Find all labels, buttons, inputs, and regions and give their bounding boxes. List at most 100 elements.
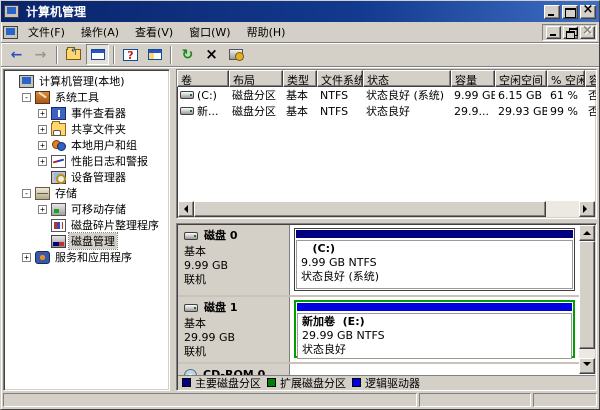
volume-list-header: 卷 布局 类型 文件系统 状态 容量 空闲空间 % 空闲 容错 [177,70,596,87]
removable-storage-icon [51,203,66,216]
vertical-scrollbar[interactable] [579,225,595,374]
delete-button[interactable]: × [200,44,223,65]
tree-item-performance-logs[interactable]: + 性能日志和警报 [6,153,169,169]
expand-box[interactable]: + [38,109,47,118]
toolbar-separator [113,46,115,64]
column-header-freespace[interactable]: 空闲空间 [495,70,547,87]
scroll-up-button[interactable] [579,225,595,241]
tree-item-storage[interactable]: - 存储 [6,185,169,201]
detail-panes: 卷 布局 类型 文件系统 状态 容量 空闲空间 % 空闲 容错 (C:) 磁盘分… [176,69,597,391]
console-tree: 计算机管理(本地) - 系统工具 + 事件查看器 + 共享文件夹 + 本地用户和… [3,69,170,391]
column-header-type[interactable]: 类型 [283,70,317,87]
scroll-right-button[interactable] [579,201,595,217]
menu-window[interactable]: 窗口(W) [181,22,238,42]
legend-logical-drive: 逻辑驱动器 [352,375,420,391]
volume-row-e[interactable]: 新... 磁盘分区 基本 NTFS 状态良好 29.9... 29.93 GB … [177,103,596,119]
forward-button[interactable]: → [29,44,52,65]
extended-partition-color-swatch [267,378,276,387]
disk-0-label[interactable]: 磁盘 0 基本 9.99 GB 联机 [178,225,290,295]
disk-1-volume-area: 新加卷 (E:) 29.99 GB NTFS 状态良好 [290,297,579,362]
mdi-restore-button[interactable] [563,26,578,39]
primary-partition-color-swatch [182,378,191,387]
minimize-button[interactable] [544,5,560,19]
close-button[interactable] [580,5,596,19]
disk-icon [184,232,198,240]
tree-item-shared-folders[interactable]: + 共享文件夹 [6,121,169,137]
shared-folders-icon [51,123,66,136]
help-button[interactable] [119,44,142,65]
column-header-filesystem[interactable]: 文件系统 [317,70,363,87]
tree-item-local-users-groups[interactable]: + 本地用户和组 [6,137,169,153]
tree-item-services-applications[interactable]: + 服务和应用程序 [6,249,169,265]
expand-box[interactable]: + [22,253,31,262]
tree-item-removable-storage[interactable]: + 可移动存储 [6,201,169,217]
menu-view[interactable]: 查看(V) [127,22,181,42]
scrollbar-thumb[interactable] [579,241,595,349]
show-hide-tree-button[interactable] [86,44,109,65]
column-header-capacity[interactable]: 容量 [451,70,495,87]
legend-primary-partition: 主要磁盘分区 [182,375,261,391]
computer-management-window: 计算机管理 文件(F) 操作(A) 查看(V) 窗口(W) 帮助(H) ← → … [0,0,600,410]
volume-c-block[interactable]: (C:) 9.99 GB NTFS 状态良好 (系统) [294,228,575,291]
volume-e-block[interactable]: 新加卷 (E:) 29.99 GB NTFS 状态良好 [294,300,575,358]
column-header-volume[interactable]: 卷 [177,70,229,87]
volume-icon [180,107,194,115]
up-level-button[interactable] [62,44,85,65]
expand-box[interactable]: + [38,125,47,134]
column-header-status[interactable]: 状态 [363,70,451,87]
disk-management-icon [51,235,66,248]
primary-partition-strip [296,230,573,238]
cdrom-0-label[interactable]: CD-ROM 0 [178,364,290,375]
column-header-fault-tolerance[interactable]: 容错 [585,70,597,87]
status-panel [419,393,531,407]
menu-help[interactable]: 帮助(H) [239,22,294,42]
partition-legend: 主要磁盘分区 扩展磁盘分区 逻辑驱动器 [178,375,595,389]
window-title: 计算机管理 [26,3,542,20]
scrollbar-thumb[interactable] [194,201,546,217]
storage-icon [35,187,50,200]
console-icon[interactable] [3,26,18,39]
legend-extended-partition: 扩展磁盘分区 [267,375,346,391]
mdi-close-button-disabled[interactable] [580,26,595,39]
disk-settings-icon [229,49,243,60]
back-button[interactable]: ← [5,44,28,65]
scrollbar-track[interactable] [579,349,595,358]
menubar: 文件(F) 操作(A) 查看(V) 窗口(W) 帮助(H) [1,22,599,43]
maximize-button[interactable] [562,5,578,19]
horizontal-scrollbar[interactable] [178,201,595,217]
collapse-box[interactable]: - [22,189,31,198]
expand-box[interactable]: + [38,205,47,214]
status-panel [533,393,597,407]
refresh-icon: ↻ [182,48,194,62]
column-header-layout[interactable]: 布局 [229,70,283,87]
tree-item-device-manager[interactable]: 设备管理器 [6,169,169,185]
main-area: 计算机管理(本地) - 系统工具 + 事件查看器 + 共享文件夹 + 本地用户和… [1,67,599,391]
scroll-down-button[interactable] [579,358,595,374]
tree-item-event-viewer[interactable]: + 事件查看器 [6,105,169,121]
expand-box[interactable]: + [38,141,47,150]
scroll-left-button[interactable] [178,201,194,217]
tree-item-computer-management[interactable]: 计算机管理(本地) [6,73,169,89]
services-applications-icon [35,251,50,264]
menu-file[interactable]: 文件(F) [20,22,73,42]
forward-icon: → [35,48,47,62]
disk-settings-button[interactable] [224,44,247,65]
tree-item-disk-management[interactable]: 磁盘管理 [6,233,169,249]
properties-button[interactable] [143,44,166,65]
titlebar[interactable]: 计算机管理 [1,1,599,22]
tree-item-system-tools[interactable]: - 系统工具 [6,89,169,105]
column-header-pctfree[interactable]: % 空闲 [547,70,585,87]
menu-action[interactable]: 操作(A) [73,22,127,42]
expand-box[interactable]: + [38,157,47,166]
scrollbar-track[interactable] [546,201,579,217]
disk-1-label[interactable]: 磁盘 1 基本 29.99 GB 联机 [178,297,290,362]
refresh-button[interactable]: ↻ [176,44,199,65]
tree-item-disk-defragmenter[interactable]: 磁盘碎片整理程序 [6,217,169,233]
disk-0-row: 磁盘 0 基本 9.99 GB 联机 (C:) 9.99 GB NTFS [178,225,579,297]
local-users-groups-icon [51,139,66,152]
toolbar-separator [56,46,58,64]
performance-logs-icon [51,155,66,168]
mdi-minimize-button[interactable] [546,26,561,39]
volume-row-c[interactable]: (C:) 磁盘分区 基本 NTFS 状态良好 (系统) 9.99 GB 6.15… [177,87,596,103]
collapse-box[interactable]: - [22,93,31,102]
